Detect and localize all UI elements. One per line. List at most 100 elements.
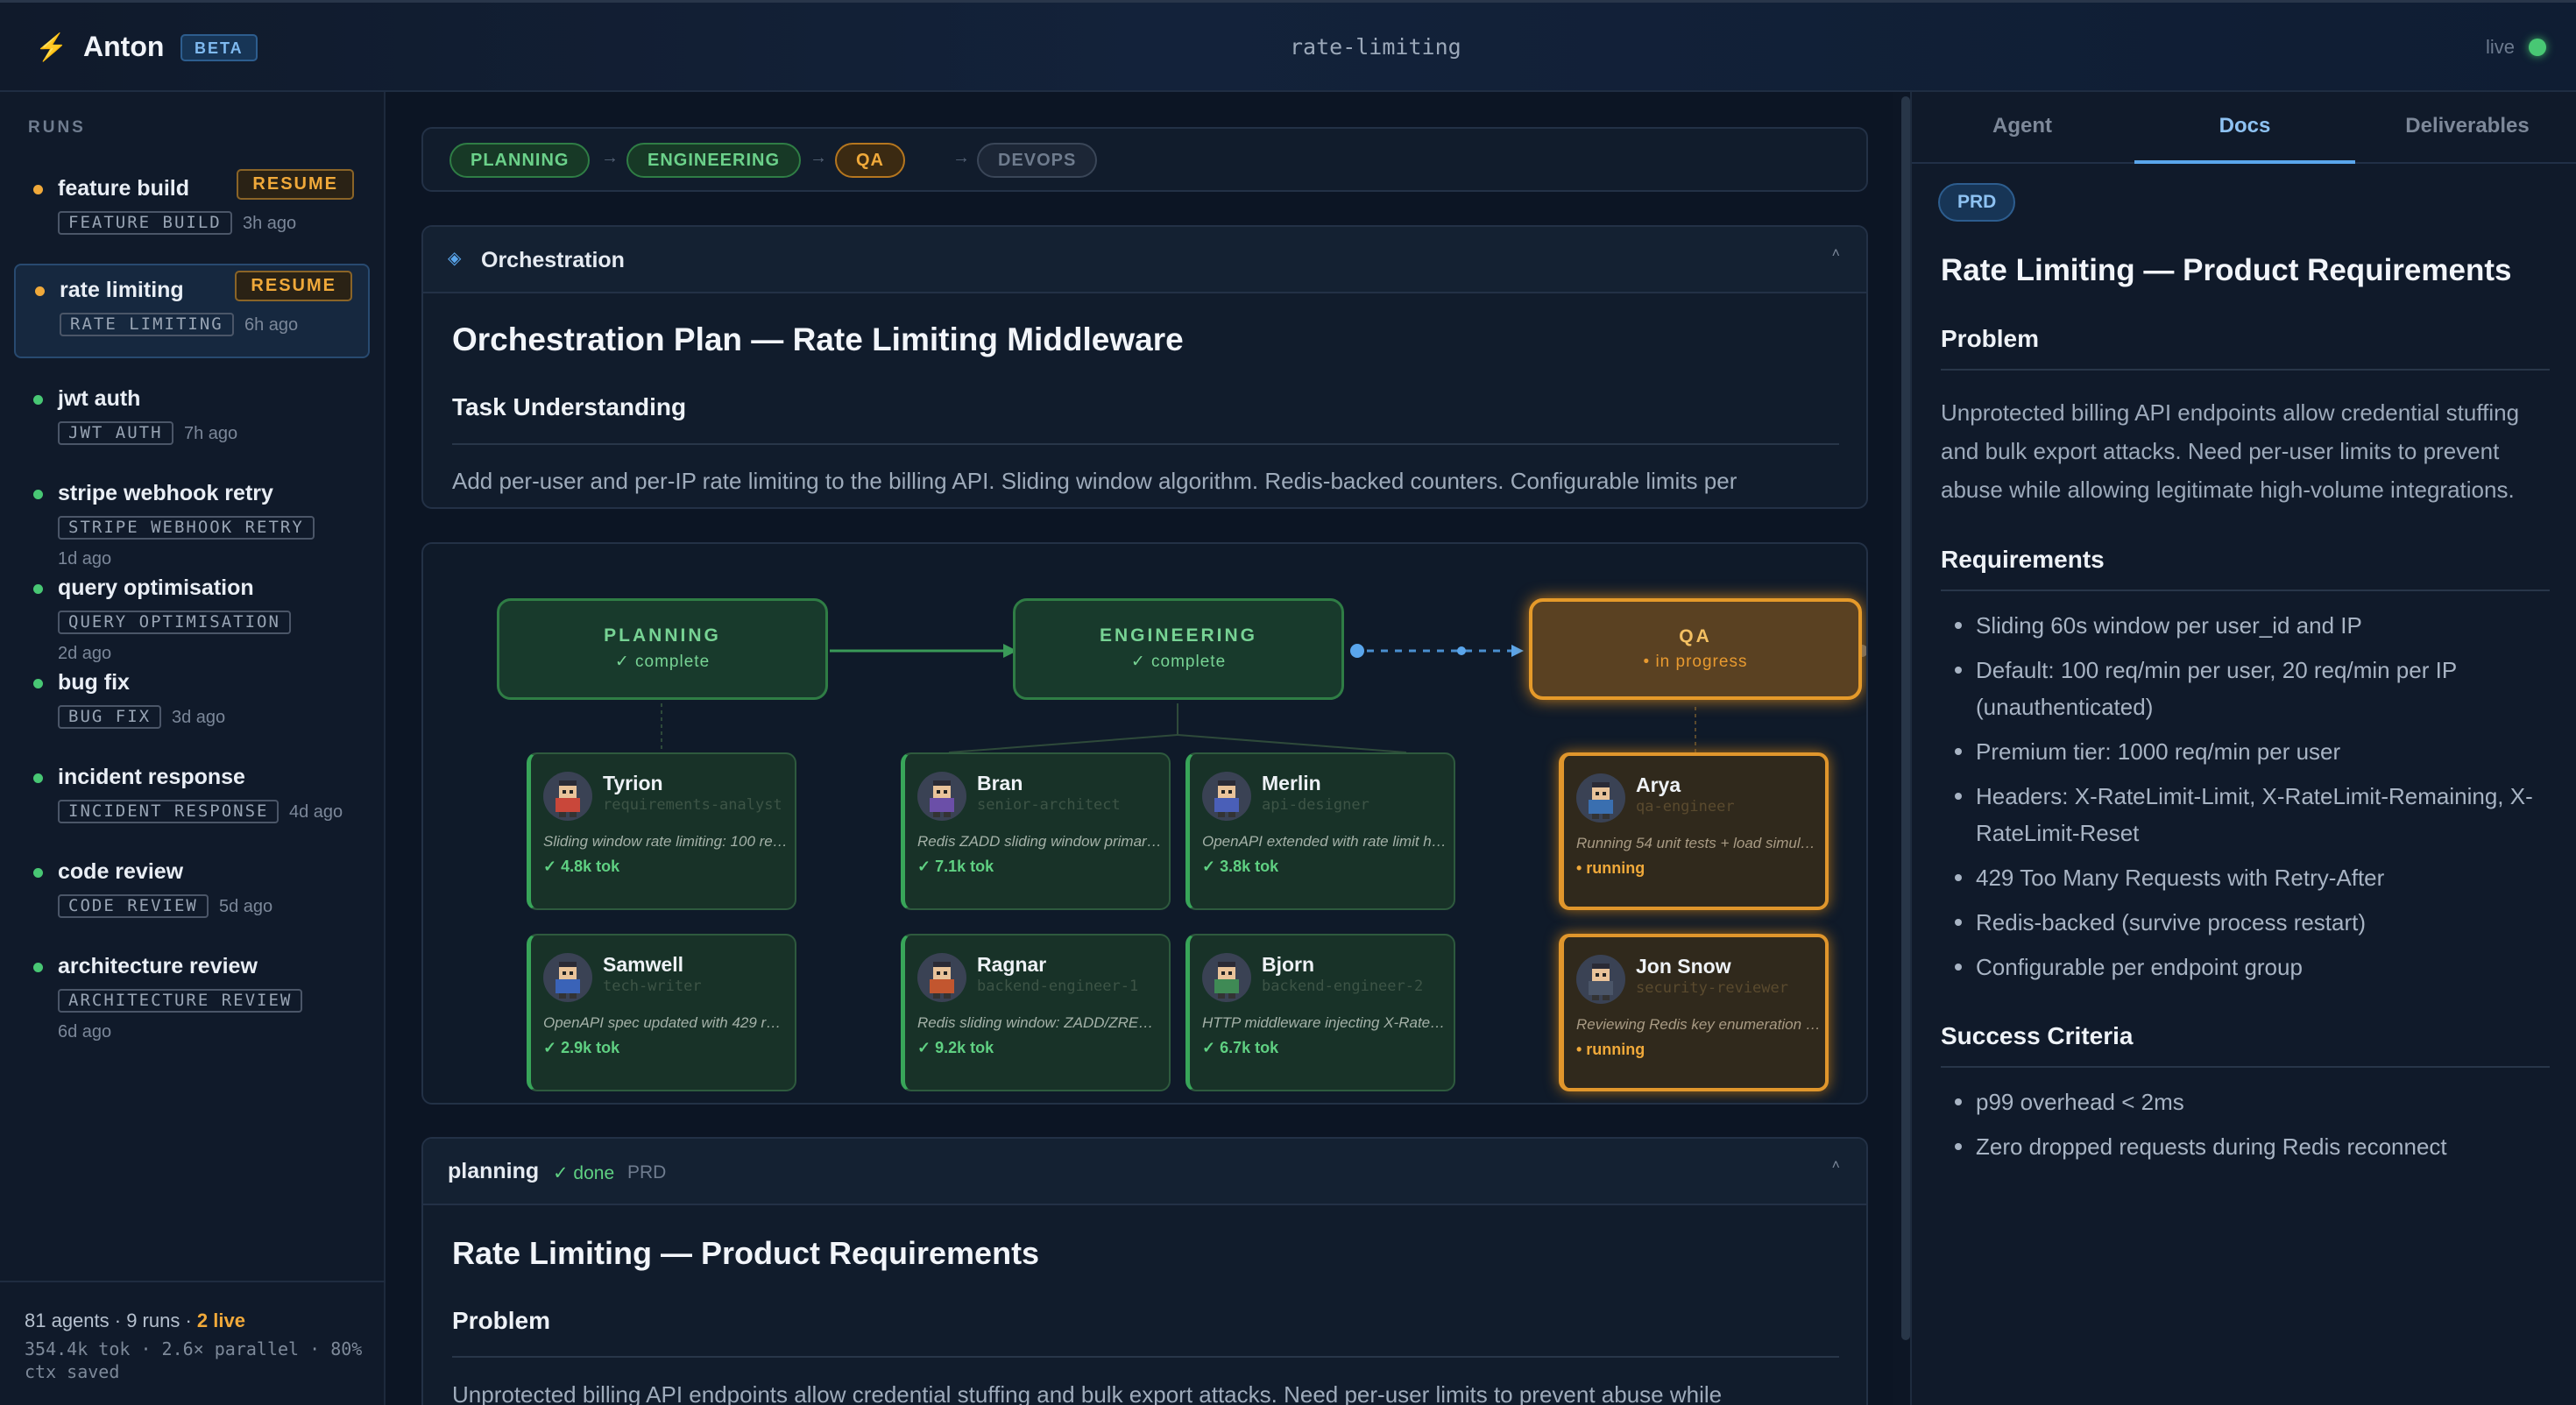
agent-name: Bjorn (1262, 953, 1315, 976)
live-count: 2 live (196, 1310, 245, 1331)
orchestration-header[interactable]: ◈ Orchestration ˄ (423, 227, 1866, 293)
planning-title: Rate Limiting — Product Requirements (452, 1235, 1040, 1271)
agent-card-arya[interactable]: Arya qa-engineer Running 54 unit tests + l… (1559, 752, 1829, 910)
beta-badge: BETA (180, 34, 258, 61)
run-name: rate limiting (60, 278, 184, 302)
run-item-stripe-webhook-retry[interactable]: stripe webhook retry STRIPE WEBHOOK RETRY… (14, 470, 370, 568)
success-list: p99 overhead < 2ms Zero dropped requests … (1941, 1084, 2550, 1165)
live-label: live (2485, 36, 2515, 58)
run-item-rate-limiting[interactable]: rate limiting RESUME RATE LIMITING 6h ago (14, 264, 370, 358)
pipeline-step-devops[interactable]: DEVOPS (977, 143, 1098, 178)
agent-role: security-reviewer (1636, 979, 1788, 997)
main-scrollbar[interactable] (1901, 96, 1910, 1340)
agent-avatar-icon (1202, 772, 1251, 821)
agent-avatar-icon (543, 772, 592, 821)
agent-tokens: • running (1576, 1041, 1645, 1058)
tab-docs[interactable]: Docs (2134, 92, 2355, 164)
agent-summary: OpenAPI extended with rate limit headers (1202, 833, 1447, 850)
agent-card-bran[interactable]: Bran senior-architect Redis ZADD sliding w… (901, 752, 1171, 910)
agent-card-merlin[interactable]: Merlin api-designer OpenAPI extended with … (1185, 752, 1455, 910)
problem-text: Unprotected billing API endpoints allow … (452, 1381, 1723, 1405)
run-item-jwt-auth[interactable]: jwt auth JWT AUTH 7h ago (14, 376, 370, 456)
phase-status: ✓ complete (614, 653, 711, 671)
run-name: architecture review (58, 954, 258, 978)
run-item-feature-build[interactable]: feature build RESUME FEATURE BUILD 3h ago (14, 166, 370, 246)
orchestration-panel: ◈ Orchestration ˄ Orchestration Plan — R… (421, 225, 1868, 509)
status-dot-icon (33, 185, 43, 194)
agent-card-bjorn[interactable]: Bjorn backend-engineer-2 HTTP middleware i… (1185, 934, 1455, 1091)
run-item-code-review[interactable]: code review CODE REVIEW 5d ago (14, 849, 370, 929)
task-understanding-text: Add per-user and per-IP rate limiting to… (452, 468, 1737, 494)
agent-name: Bran (977, 772, 1023, 794)
agent-avatar-icon (1576, 773, 1625, 823)
docs-content: PRD Rate Limiting — Product Requirements… (1912, 166, 2576, 1405)
run-item-query-optimisation[interactable]: query optimisation QUERY OPTIMISATION 2d a… (14, 565, 370, 663)
agent-summary: OpenAPI spec updated with 429 responses (543, 1014, 789, 1031)
agent-avatar-icon (543, 953, 592, 1002)
run-tag: INCIDENT RESPONSE (58, 800, 280, 823)
runs-label: RUNS (28, 118, 86, 137)
collapse-icon[interactable]: ˄ (1832, 1158, 1840, 1174)
orchestration-title: Orchestration Plan — Rate Limiting Middl… (452, 321, 1184, 357)
phase-status: ✓ complete (1130, 653, 1227, 671)
status-dot-icon (33, 773, 43, 783)
agent-tokens: ✓ 4.8k tok (543, 858, 620, 875)
pipeline-step-qa[interactable]: QA (835, 143, 905, 178)
agent-card-jon-snow[interactable]: Jon Snow security-reviewer Reviewing Redis… (1559, 934, 1829, 1091)
phase-node-qa[interactable]: QA • in progress (1529, 598, 1862, 700)
phase-node-engineering[interactable]: ENGINEERING ✓ complete (1013, 598, 1344, 700)
main-panel: PLANNING → ENGINEERING → QA → DEVOPS ◈ Orchest… (386, 92, 1893, 1405)
phase-status: • in progress (1643, 653, 1748, 671)
run-time: 6d ago (58, 1022, 112, 1041)
status-dot-icon (33, 490, 43, 499)
resume-button[interactable]: RESUME (235, 271, 352, 301)
agent-card-ragnar[interactable]: Ragnar backend-engineer-1 Redis sliding wi… (901, 934, 1171, 1091)
prd-badge[interactable]: PRD (1938, 183, 2016, 222)
run-item-bug-fix[interactable]: bug fix BUG FIX 3d ago (14, 660, 370, 740)
run-name: jwt auth (58, 386, 141, 411)
agent-name: Merlin (1262, 772, 1321, 794)
agent-summary: Redis ZADD sliding window primary, token… (917, 833, 1163, 850)
run-tag: STRIPE WEBHOOK RETRY (58, 516, 315, 540)
agent-role: tech-writer (603, 978, 702, 995)
agent-summary: Sliding window rate limiting: 100 req/mi… (543, 833, 789, 850)
pipeline-step-planning[interactable]: PLANNING (449, 143, 591, 178)
status-dot-icon (33, 679, 43, 688)
run-item-architecture-review[interactable]: architecture review ARCHITECTURE REVIEW 6d… (14, 943, 370, 1041)
agent-avatar-icon (1576, 955, 1625, 1004)
phase-node-planning[interactable]: PLANNING ✓ complete (497, 598, 828, 700)
tab-deliverables[interactable]: Deliverables (2357, 92, 2576, 164)
arrow-right-icon: → (952, 148, 970, 167)
diamond-icon: ◈ (448, 249, 462, 268)
run-tag: RATE LIMITING (60, 313, 234, 336)
arrow-right-icon: → (601, 148, 619, 167)
doc-title: Rate Limiting — Product Requirements (1941, 253, 2512, 287)
status-dot-icon (33, 395, 43, 405)
agent-summary: Redis sliding window: ZADD/ZREMRANGEBYSC… (917, 1014, 1163, 1031)
agent-card-tyrion[interactable]: Tyrion requirements-analyst Sliding window… (527, 752, 796, 910)
agent-tokens: ✓ 9.2k tok (917, 1039, 994, 1056)
agent-role: qa-engineer (1636, 798, 1735, 815)
tab-agent[interactable]: Agent (1912, 92, 2133, 164)
agent-summary: HTTP middleware injecting X-RateLimit he… (1202, 1014, 1447, 1031)
agent-role: backend-engineer-1 (977, 978, 1139, 995)
run-item-incident-response[interactable]: incident response INCIDENT RESPONSE 4d ago (14, 754, 370, 845)
requirement-item: Redis-backed (survive process restart) (1941, 904, 2550, 941)
run-name: feature build (58, 176, 190, 201)
agent-role: backend-engineer-2 (1262, 978, 1424, 995)
run-name: query optimisation (58, 575, 254, 600)
divider (1941, 1066, 2550, 1068)
status-dot-icon (35, 286, 45, 296)
agent-card-samwell[interactable]: Samwell tech-writer OpenAPI spec updated w… (527, 934, 796, 1091)
agent-tokens: ✓ 7.1k tok (917, 858, 994, 875)
pipeline-step-engineering[interactable]: ENGINEERING (626, 143, 802, 178)
divider (452, 443, 1839, 445)
agent-role: api-designer (1262, 796, 1369, 814)
requirement-item: Headers: X-RateLimit-Limit, X-RateLimit-… (1941, 778, 2550, 851)
problem-heading: Problem (452, 1307, 551, 1334)
resume-button[interactable]: RESUME (237, 169, 354, 200)
planning-header[interactable]: planning ✓ done PRD ˄ (423, 1139, 1866, 1205)
run-name: incident response (58, 765, 245, 789)
success-heading: Success Criteria (1941, 1022, 2134, 1049)
collapse-icon[interactable]: ˄ (1832, 246, 1840, 262)
